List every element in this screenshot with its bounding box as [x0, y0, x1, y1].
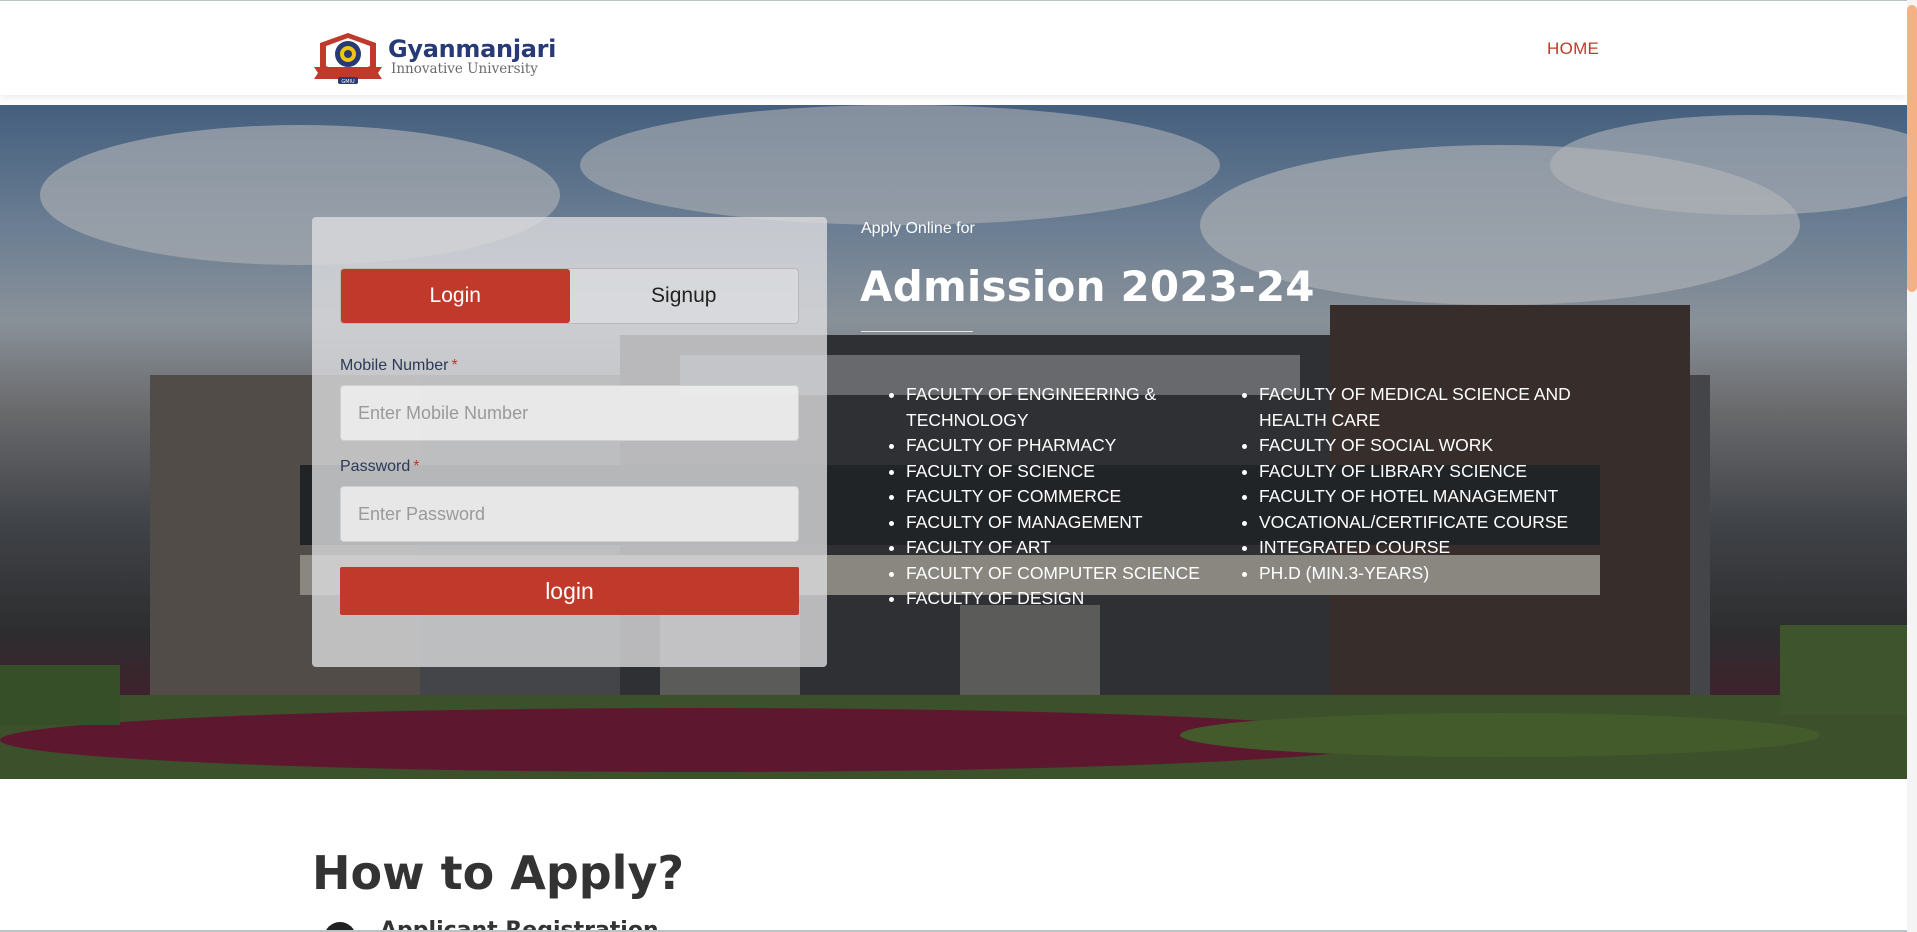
mobile-number-label-text: Mobile Number — [340, 357, 449, 374]
password-label-text: Password — [340, 458, 411, 475]
title-divider — [861, 331, 973, 332]
faculty-item: VOCATIONAL/CERTIFICATE COURSE — [1259, 510, 1589, 536]
faculty-item: FACULTY OF ENGINEERING & TECHNOLOGY — [906, 382, 1206, 433]
faculty-item: FACULTY OF MEDICAL SCIENCE AND HEALTH CA… — [1259, 382, 1589, 433]
logo-text: Gyanmanjari Innovative University — [388, 37, 556, 77]
admission-title: Admission 2023-24 — [860, 262, 1315, 311]
auth-tabs: Login Signup — [340, 268, 799, 324]
faculty-item: FACULTY OF SCIENCE — [906, 459, 1206, 485]
faculty-item: FACULTY OF COMMERCE — [906, 484, 1206, 510]
password-input[interactable] — [340, 486, 799, 542]
nav-home-link[interactable]: HOME — [1547, 39, 1599, 59]
site-header: GMIU Gyanmanjari Innovative University H… — [0, 0, 1907, 95]
faculty-item: FACULTY OF LIBRARY SCIENCE — [1259, 459, 1589, 485]
faculty-item: INTEGRATED COURSE — [1259, 535, 1589, 561]
tab-signup[interactable]: Signup — [570, 269, 799, 323]
faculty-item: FACULTY OF MANAGEMENT — [906, 510, 1206, 536]
scrollbar-thumb[interactable] — [1907, 5, 1917, 292]
mobile-number-input[interactable] — [340, 385, 799, 441]
faculty-list-left: FACULTY OF ENGINEERING & TECHNOLOGY FACU… — [906, 382, 1206, 612]
login-submit-button[interactable]: login — [340, 567, 799, 615]
mobile-number-label: Mobile Number * — [340, 357, 458, 375]
faculty-item: FACULTY OF DESIGN — [906, 586, 1206, 612]
how-to-apply-heading: How to Apply? — [312, 846, 685, 900]
password-label: Password * — [340, 458, 419, 476]
faculty-item: FACULTY OF SOCIAL WORK — [1259, 433, 1589, 459]
faculty-item: FACULTY OF PHARMACY — [906, 433, 1206, 459]
login-card: Login Signup Mobile Number* Password* lo… — [312, 217, 827, 667]
apply-online-text: Apply Online for — [861, 220, 975, 237]
faculty-item: FACULTY OF COMPUTER SCIENCE — [906, 561, 1206, 587]
page: GMIU Gyanmanjari Innovative University H… — [0, 0, 1917, 932]
page-scrollbar[interactable] — [1907, 0, 1917, 932]
required-mark: * — [451, 357, 458, 374]
logo-subtitle: Innovative University — [391, 61, 538, 78]
tab-login[interactable]: Login — [341, 269, 570, 323]
faculty-item: PH.D (MIN.3-YEARS) — [1259, 561, 1589, 587]
faculty-item: FACULTY OF HOTEL MANAGEMENT — [1259, 484, 1589, 510]
university-logo[interactable]: GMIU Gyanmanjari Innovative University — [312, 29, 556, 85]
logo-title: Gyanmanjari — [388, 35, 557, 64]
university-emblem-icon: GMIU — [314, 33, 382, 85]
faculty-list-right: FACULTY OF MEDICAL SCIENCE AND HEALTH CA… — [1259, 382, 1589, 586]
emblem-text: GMIU — [341, 79, 355, 85]
faculty-item: FACULTY OF ART — [906, 535, 1206, 561]
required-mark: * — [413, 458, 420, 475]
